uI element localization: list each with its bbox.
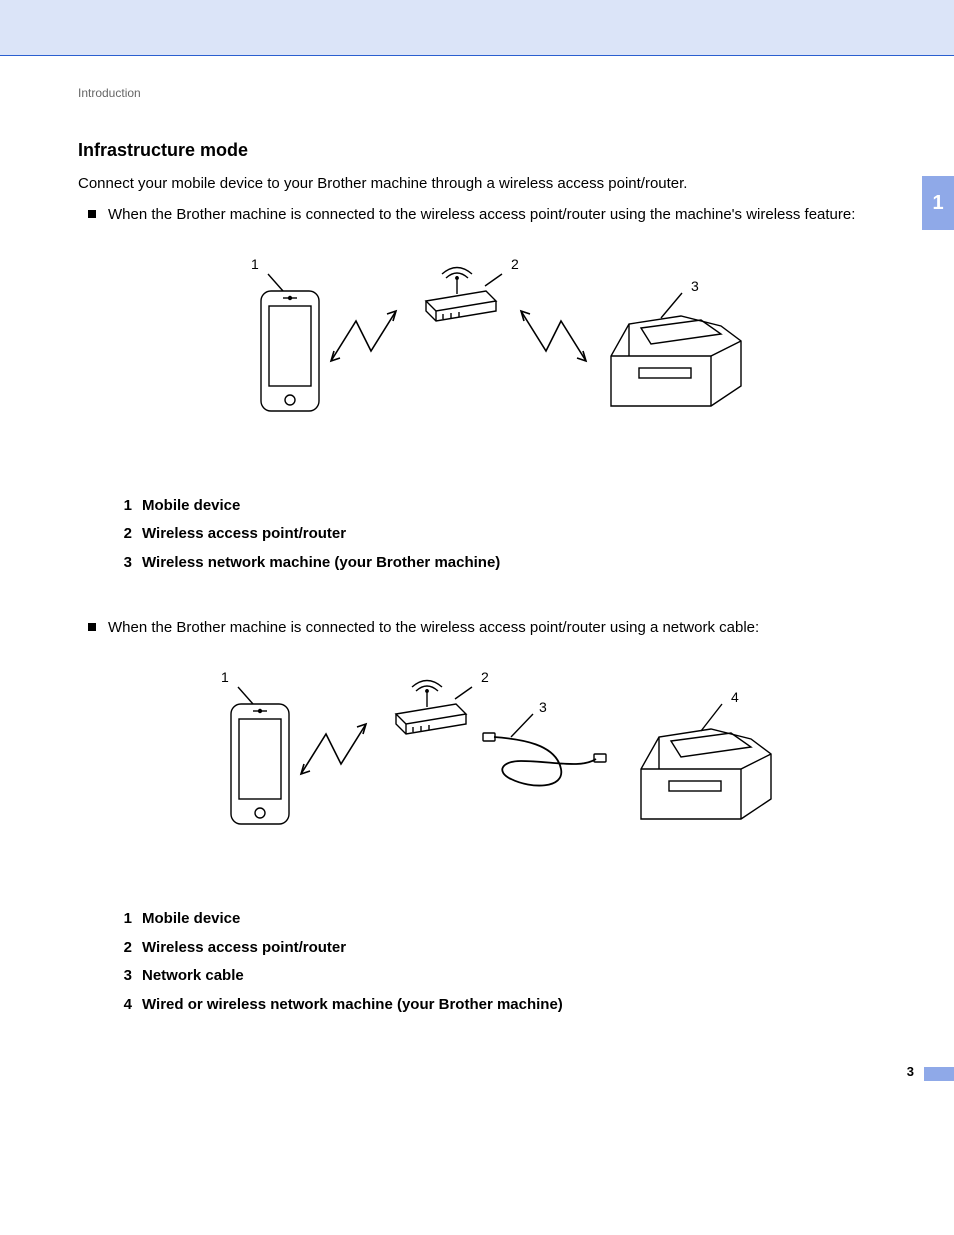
wireless-link-icon: [331, 311, 396, 361]
page-content: Introduction 1 Infrastructure mode Conne…: [0, 56, 954, 1019]
diagram-wired: 1 2 3 4: [191, 669, 811, 869]
router-icon: [396, 681, 472, 735]
page-number-bar: [924, 1067, 954, 1081]
legend-row: 1Mobile device: [118, 905, 924, 934]
wireless-link-icon: [301, 724, 366, 774]
chapter-tab: 1: [922, 176, 954, 230]
network-cable-icon: [483, 714, 606, 786]
mobile-device-icon: [261, 274, 319, 411]
legend-row: 1Mobile device: [118, 492, 924, 521]
bullet-wireless-feature: When the Brother machine is connected to…: [88, 204, 924, 226]
printer-icon: [641, 704, 771, 819]
mobile-device-icon: [231, 687, 289, 824]
diagram-wireless: 1 2 3: [221, 256, 781, 456]
legend-row: 2Wireless access point/router: [118, 520, 924, 549]
bullet-network-cable: When the Brother machine is connected to…: [88, 617, 924, 639]
header-band: [0, 0, 954, 56]
breadcrumb: Introduction: [78, 86, 924, 100]
legend-row: 4Wired or wireless network machine (your…: [118, 991, 924, 1020]
router-icon: [426, 267, 502, 321]
printer-icon: [611, 293, 741, 406]
legend-wired: 1Mobile device 2Wireless access point/ro…: [118, 905, 924, 1019]
legend-wireless: 1Mobile device 2Wireless access point/ro…: [118, 492, 924, 578]
page-number: 3: [907, 1064, 914, 1079]
legend-row: 3Network cable: [118, 962, 924, 991]
legend-row: 2Wireless access point/router: [118, 934, 924, 963]
wireless-link-icon: [521, 311, 586, 361]
section-heading: Infrastructure mode: [78, 140, 924, 161]
legend-row: 3Wireless network machine (your Brother …: [118, 549, 924, 578]
intro-paragraph: Connect your mobile device to your Broth…: [78, 173, 924, 194]
